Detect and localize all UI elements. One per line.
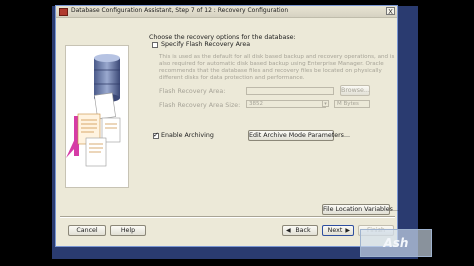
letterbox-right (418, 0, 474, 266)
dbca-dialog: Database Configuration Assistant, Step 7… (55, 5, 399, 247)
chevron-left-icon: ◀ (286, 227, 291, 234)
letterbox-left (0, 0, 52, 266)
next-button[interactable]: Next ▶ (322, 225, 354, 236)
browse-button[interactable]: Browse... (340, 85, 370, 96)
next-button-label: Next (327, 227, 343, 234)
back-button[interactable]: ◀ Back (282, 225, 318, 236)
size-spinner[interactable]: ▾ (322, 100, 329, 107)
file-location-variables-button[interactable]: File Location Variables... (322, 204, 399, 215)
flash-size-input[interactable]: 3852 (246, 100, 326, 108)
close-button[interactable]: X (386, 7, 395, 16)
flash-area-input[interactable] (246, 87, 334, 95)
help-button[interactable]: Help (110, 225, 146, 236)
window-title: Database Configuration Assistant, Step 7… (71, 7, 289, 14)
cancel-button[interactable]: Cancel (68, 225, 106, 236)
database-documents-icon (66, 54, 121, 167)
watermark-logo: Ash (360, 229, 432, 257)
chevron-right-icon: ▶ (345, 227, 350, 234)
footer-separator (60, 216, 395, 218)
size-unit-select[interactable]: M Bytes (334, 100, 370, 108)
flash-area-label: Flash Recovery Area: (159, 88, 226, 95)
flash-recovery-checkbox-label: Specify Flash Recovery Area (161, 41, 251, 48)
flash-recovery-description: This is used as the default for all disk… (159, 54, 395, 82)
screen: Database Configuration Assistant, Step 7… (0, 0, 474, 266)
instruction-text: Choose the recovery options for the data… (149, 34, 296, 41)
enable-archiving-checkbox[interactable] (153, 131, 159, 139)
flash-recovery-checkbox[interactable] (152, 42, 158, 48)
edit-archive-mode-button[interactable]: Edit Archive Mode Parameters... (248, 130, 350, 141)
flash-size-label: Flash Recovery Area Size: (159, 102, 241, 109)
letterbox-bottom (0, 259, 474, 266)
title-bar: Database Configuration Assistant, Step 7… (56, 6, 397, 18)
enable-archiving-label: Enable Archiving (161, 132, 214, 139)
wizard-illustration (65, 45, 129, 188)
app-icon (59, 8, 68, 16)
back-button-label: Back (295, 227, 311, 234)
